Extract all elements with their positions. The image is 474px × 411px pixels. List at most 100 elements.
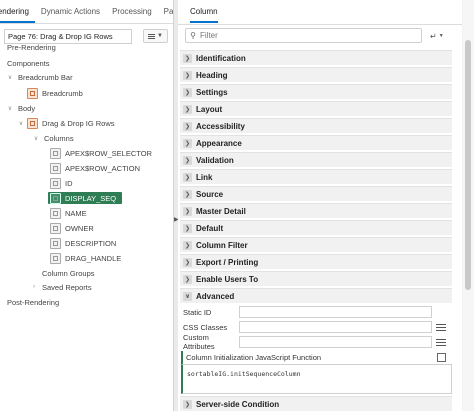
tab-column[interactable]: Column [190, 7, 218, 23]
js-function-label: Column Initialization JavaScript Functio… [186, 353, 322, 362]
tree-node-column-groups[interactable]: Column Groups [42, 266, 95, 280]
chevron-right-icon: ❯ [183, 121, 192, 131]
go-to-group-button[interactable]: ↵ ▼ [430, 30, 452, 42]
chevron-right-icon: ❯ [183, 138, 192, 148]
tab-page-shared[interactable]: Page Shar [158, 7, 173, 23]
chevron-down-icon: ▼ [438, 33, 444, 39]
chevron-right-icon: ❯ [183, 257, 192, 267]
chevron-right-icon: ❯ [183, 189, 192, 199]
chevron-right-icon: ❯ [183, 399, 192, 409]
custom-attributes-input[interactable] [239, 336, 432, 348]
tree-node-column-selected[interactable]: DISPLAY_SEQ [48, 191, 123, 205]
collapse-icon[interactable]: ∨ [6, 74, 14, 81]
tree-node-pre-rendering[interactable]: Pre-Rendering [7, 40, 56, 54]
custom-attributes-label: Custom Attributes [183, 333, 215, 351]
static-id-label: Static ID [183, 307, 212, 317]
expand-editor-icon[interactable] [437, 353, 446, 362]
return-arrow-icon: ↵ [430, 31, 437, 41]
tree-node-columns[interactable]: ∨ Columns [32, 131, 74, 145]
tree-node-column[interactable]: APEX$ROW_SELECTOR [50, 146, 152, 160]
filter-input[interactable] [200, 31, 410, 40]
interactive-grid-icon [27, 117, 38, 129]
group-enable-users-to[interactable]: ❯ Enable Users To [180, 271, 452, 286]
group-master-detail[interactable]: ❯ Master Detail [180, 203, 452, 218]
tree-node-breadcrumb-bar[interactable]: ∨ Breadcrumb Bar [6, 70, 73, 84]
tab-dynamic-actions[interactable]: Dynamic Actions [35, 7, 106, 23]
chevron-right-icon: ❯ [183, 240, 192, 250]
group-validation[interactable]: ❯ Validation [180, 152, 452, 167]
tree-node-column[interactable]: APEX$ROW_ACTION [50, 161, 140, 175]
search-icon: ⚲ [190, 31, 196, 40]
tree-node-breadcrumb[interactable]: Breadcrumb [27, 86, 83, 100]
breadcrumb-region-icon [27, 87, 38, 99]
chevron-right-icon: ❯ [183, 274, 192, 284]
column-icon [50, 237, 61, 249]
group-advanced[interactable]: ∨ Advanced [180, 288, 452, 303]
chevron-down-icon: ∨ [183, 291, 192, 301]
tree-node-drag-drop-ig-rows[interactable]: ∨ Drag & Drop IG Rows [17, 116, 115, 130]
collapse-icon[interactable]: ∨ [6, 105, 14, 112]
tree-node-column[interactable]: OWNER [50, 221, 94, 235]
list-icon[interactable] [436, 321, 448, 333]
js-function-editor[interactable]: sortableIG.initSequenceColumn [181, 364, 452, 394]
menu-icon [148, 33, 156, 39]
chevron-right-icon: ❯ [183, 53, 192, 63]
js-function-label-row: Column Initialization JavaScript Functio… [181, 351, 452, 365]
column-icon [50, 192, 61, 204]
filter-field: ⚲ [185, 28, 422, 43]
tree-node-post-rendering[interactable]: Post-Rendering [7, 295, 59, 309]
group-column-filter[interactable]: ❯ Column Filter [180, 237, 452, 252]
chevron-right-icon: ❯ [183, 104, 192, 114]
rendering-tabs: Rendering Dynamic Actions Processing Pag… [0, 0, 173, 24]
property-editor: Column ⚲ ↵ ▼ ❯Identification ❯Heading ❯S… [178, 0, 462, 411]
tree-node-column[interactable]: DRAG_HANDLE [50, 251, 121, 265]
chevron-right-icon: ❯ [183, 155, 192, 165]
chevron-right-icon: ❯ [183, 223, 192, 233]
chevron-right-icon: ❯ [183, 87, 192, 97]
tab-divider [178, 24, 462, 25]
tree-node-column[interactable]: NAME [50, 206, 87, 220]
tree-node-saved-reports[interactable]: › Saved Reports [30, 280, 92, 294]
group-link[interactable]: ❯ Link [180, 169, 452, 184]
group-identification[interactable]: ❯ Identification [180, 50, 452, 65]
css-classes-label: CSS Classes [183, 322, 228, 332]
static-id-input[interactable] [239, 306, 432, 318]
group-settings[interactable]: ❯ Settings [180, 84, 452, 99]
group-heading[interactable]: ❯ Heading [180, 67, 452, 82]
chevron-right-icon: ❯ [183, 70, 192, 80]
static-id-row: Static ID [180, 305, 452, 319]
column-icon [50, 222, 61, 234]
custom-attributes-row: Custom Attributes [180, 333, 452, 351]
scrollbar[interactable] [463, 0, 474, 411]
collapse-icon[interactable]: ∨ [32, 135, 40, 142]
tab-processing[interactable]: Processing [106, 7, 158, 23]
tree-node-column[interactable]: DESCRIPTION [50, 236, 116, 250]
chevron-right-icon: ❯ [183, 206, 192, 216]
chevron-right-icon: ❯ [183, 172, 192, 182]
chevron-down-icon: ▼ [157, 33, 163, 39]
collapse-icon[interactable]: ∨ [17, 120, 25, 127]
tree-node-column[interactable]: ID [50, 176, 73, 190]
tree-menu-button[interactable]: ▼ [143, 29, 168, 43]
group-layout[interactable]: ❯ Layout [180, 101, 452, 116]
column-icon [50, 252, 61, 264]
scrollbar-thumb[interactable] [465, 40, 471, 290]
column-icon [50, 162, 61, 174]
list-icon[interactable] [436, 336, 448, 348]
column-icon [50, 177, 61, 189]
group-default[interactable]: ❯ Default [180, 220, 452, 235]
group-source[interactable]: ❯ Source [180, 186, 452, 201]
group-server-side-condition[interactable]: ❯ Server-side Condition [180, 396, 452, 411]
expand-icon[interactable]: › [30, 284, 38, 290]
rendering-panel: Rendering Dynamic Actions Processing Pag… [0, 0, 174, 411]
css-classes-input[interactable] [239, 321, 432, 333]
css-classes-row: CSS Classes [180, 320, 452, 334]
tree-node-components[interactable]: Components [7, 56, 50, 70]
group-export-printing[interactable]: ❯ Export / Printing [180, 254, 452, 269]
tab-rendering[interactable]: Rendering [0, 7, 35, 23]
column-icon [50, 207, 61, 219]
group-accessibility[interactable]: ❯ Accessibility [180, 118, 452, 133]
tree-node-body[interactable]: ∨ Body [6, 101, 35, 115]
column-icon [50, 147, 61, 159]
group-appearance[interactable]: ❯ Appearance [180, 135, 452, 150]
